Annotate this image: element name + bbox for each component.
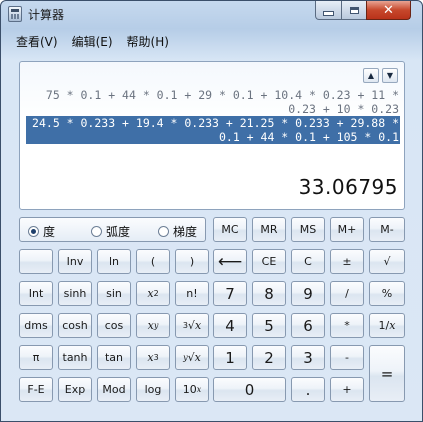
divide-button[interactable]: / [330, 281, 364, 306]
calculator-icon [8, 6, 22, 22]
menu-help[interactable]: 帮助(H) [120, 31, 176, 51]
x-cubed-base: x [147, 351, 154, 364]
radio-unselected-icon [158, 226, 169, 237]
x-power-y-base: x [147, 319, 154, 332]
digit-2-button[interactable]: 2 [252, 345, 286, 370]
digit-7-button[interactable]: 7 [213, 281, 247, 306]
minus-button[interactable]: - [330, 345, 364, 370]
blank-button[interactable] [19, 249, 53, 274]
backspace-button[interactable]: ⟵ [213, 249, 247, 274]
display-panel: ▲ ▼ 75 * 0.1 + 44 * 0.1 + 29 * 0.1 + 10.… [19, 61, 405, 210]
backspace-arrow-icon: ⟵ [217, 251, 243, 272]
radical-icon: √ [187, 319, 195, 332]
result-value: 33.06795 [298, 175, 398, 199]
inv-button[interactable]: Inv [58, 249, 92, 274]
x-cubed-button[interactable]: x3 [136, 345, 170, 370]
history-up-button[interactable]: ▲ [363, 68, 379, 83]
digit-9-button[interactable]: 9 [291, 281, 325, 306]
menu-edit[interactable]: 编辑(E) [65, 31, 120, 51]
fe-button[interactable]: F-E [19, 377, 53, 402]
close-icon: ✕ [383, 2, 394, 18]
triangle-down-icon: ▼ [386, 70, 394, 80]
digit-3-button[interactable]: 3 [291, 345, 325, 370]
history-entry-2-line-2[interactable]: 0.1 + 44 * 0.1 + 105 * 0.1 [26, 130, 399, 144]
radio-gradians-label: 梯度 [173, 225, 198, 239]
minimize-button[interactable] [315, 1, 342, 20]
right-paren-button[interactable]: ) [175, 249, 209, 274]
calculator-window: 计算器 ✕ 查看(V) 编辑(E) 帮助(H) ▲ ▼ 75 * 0.1 + 4… [0, 0, 423, 422]
menu-view[interactable]: 查看(V) [9, 31, 65, 51]
ten-power-x-button[interactable]: 10 x [175, 377, 209, 402]
m-minus-button[interactable]: M- [369, 217, 405, 242]
history-down-button[interactable]: ▼ [382, 68, 398, 83]
y-root-x-button[interactable]: y √ x [175, 345, 209, 370]
mod-button[interactable]: Mod [97, 377, 131, 402]
percent-button[interactable]: % [369, 281, 405, 306]
window-title: 计算器 [28, 8, 65, 22]
digit-6-button[interactable]: 6 [291, 313, 325, 338]
maximize-icon [349, 6, 359, 14]
digit-4-button[interactable]: 4 [213, 313, 247, 338]
ms-button[interactable]: MS [291, 217, 325, 242]
digit-1-button[interactable]: 1 [213, 345, 247, 370]
equals-button[interactable]: = [369, 345, 405, 402]
history-entry-1-line-2[interactable]: 0.23 + 10 * 0.23 [26, 102, 399, 116]
exp-button[interactable]: Exp [58, 377, 92, 402]
radio-degrees[interactable]: 度 [28, 223, 55, 240]
tan-button[interactable]: tan [97, 345, 131, 370]
cube-root-button[interactable]: 3 √ x [175, 313, 209, 338]
radical-icon: √ [187, 351, 195, 364]
radio-selected-icon [28, 226, 39, 237]
tanh-button[interactable]: tanh [58, 345, 92, 370]
calculator-body: ▲ ▼ 75 * 0.1 + 44 * 0.1 + 29 * 0.1 + 10.… [9, 51, 416, 415]
history-entry-1-line-1[interactable]: 75 * 0.1 + 44 * 0.1 + 29 * 0.1 + 10.4 * … [26, 88, 399, 102]
reciprocal-denominator: x [389, 319, 396, 332]
cube-root-operand: x [194, 319, 202, 332]
log-button[interactable]: log [136, 377, 170, 402]
radio-radians-label: 弧度 [106, 225, 131, 239]
ce-button[interactable]: CE [252, 249, 286, 274]
minimize-icon [323, 11, 334, 16]
cos-button[interactable]: cos [97, 313, 131, 338]
y-root-operand: x [194, 351, 201, 364]
ln-button[interactable]: ln [97, 249, 131, 274]
pi-button[interactable]: π [19, 345, 53, 370]
multiply-button[interactable]: * [330, 313, 364, 338]
int-button[interactable]: Int [19, 281, 53, 306]
digit-5-button[interactable]: 5 [252, 313, 286, 338]
maximize-button[interactable] [341, 1, 367, 20]
digit-0-button[interactable]: 0 [213, 377, 286, 402]
c-button[interactable]: C [291, 249, 325, 274]
angle-mode-group: 度 弧度 梯度 [19, 217, 206, 242]
menu-bar: 查看(V) 编辑(E) 帮助(H) [9, 31, 176, 51]
x-squared-button[interactable]: x2 [136, 281, 170, 306]
triangle-up-icon: ▲ [367, 70, 375, 80]
x-squared-base: x [147, 287, 154, 300]
close-button[interactable]: ✕ [366, 1, 411, 20]
radio-gradians[interactable]: 梯度 [158, 223, 197, 240]
dms-button[interactable]: dms [19, 313, 53, 338]
title-bar[interactable]: 计算器 ✕ [1, 1, 422, 28]
radio-radians[interactable]: 弧度 [91, 223, 130, 240]
plus-minus-button[interactable]: ± [330, 249, 364, 274]
reciprocal-numerator: 1/ [378, 319, 390, 332]
decimal-button[interactable]: . [291, 377, 325, 402]
plus-button[interactable]: + [330, 377, 364, 402]
factorial-button[interactable]: n! [175, 281, 209, 306]
digit-8-button[interactable]: 8 [252, 281, 286, 306]
m-plus-button[interactable]: M+ [330, 217, 364, 242]
radio-degrees-label: 度 [43, 225, 56, 239]
sqrt-button[interactable]: √ [369, 249, 405, 274]
ten-power-base: 10 [182, 383, 197, 396]
radio-unselected-icon [91, 226, 102, 237]
history-entry-2-line-1[interactable]: 24.5 * 0.233 + 19.4 * 0.233 + 21.25 * 0.… [26, 116, 399, 130]
sinh-button[interactable]: sinh [58, 281, 92, 306]
mr-button[interactable]: MR [252, 217, 286, 242]
mc-button[interactable]: MC [213, 217, 247, 242]
cosh-button[interactable]: cosh [58, 313, 92, 338]
reciprocal-button[interactable]: 1/x [369, 313, 405, 338]
x-power-y-button[interactable]: xy [136, 313, 170, 338]
left-paren-button[interactable]: ( [136, 249, 170, 274]
sin-button[interactable]: sin [97, 281, 131, 306]
